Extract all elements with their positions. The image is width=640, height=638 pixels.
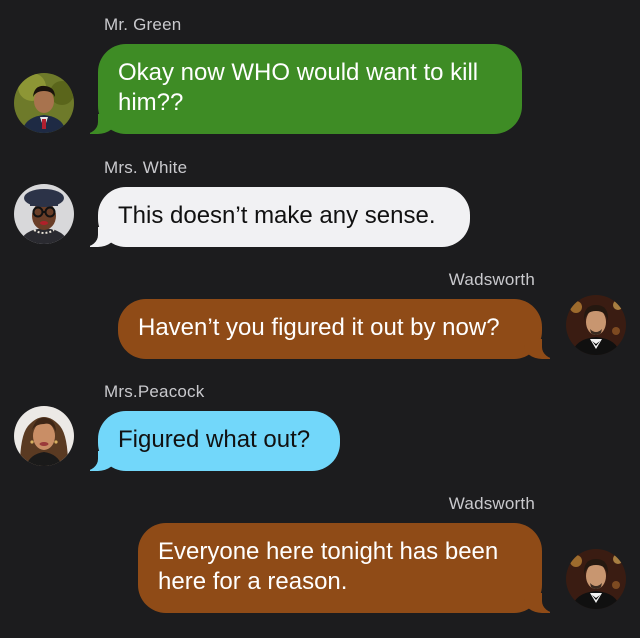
message-text-line: Okay now WHO would want to kill <box>118 59 479 86</box>
message-text-line: him?? <box>118 89 184 116</box>
message-bubble[interactable]: Figured what out? <box>84 411 340 471</box>
message-bubble[interactable]: Everyone here tonight has been here for … <box>138 523 556 613</box>
message-bubble[interactable]: Haven’t you figured it out by now? <box>118 299 556 359</box>
sender-name: Mrs. White <box>104 158 188 177</box>
message-text-line: Everyone here tonight has been <box>158 538 499 565</box>
sender-name: Wadsworth <box>448 270 535 289</box>
mrs-white-avatar[interactable] <box>14 184 74 244</box>
message-bubble[interactable]: This doesn’t make any sense. <box>84 187 470 247</box>
sender-name: Mr. Green <box>104 15 182 34</box>
wadsworth-avatar[interactable] <box>566 295 626 355</box>
sender-name: Wadsworth <box>448 494 535 513</box>
message-text-line: This doesn’t make any sense. <box>118 202 436 229</box>
wadsworth-avatar[interactable] <box>566 549 626 609</box>
mrs-peacock-avatar[interactable] <box>14 406 74 466</box>
message-text-line: here for a reason. <box>158 568 348 595</box>
message-text-line: Figured what out? <box>118 426 311 453</box>
chat-thread: Mr. Green Okay now WHO would want to kil… <box>0 0 640 638</box>
mr-green-avatar[interactable] <box>14 73 74 133</box>
message-bubble[interactable]: Okay now WHO would want to kill him?? <box>84 44 522 134</box>
sender-name: Mrs.Peacock <box>104 382 205 401</box>
message-text-line: Haven’t you figured it out by now? <box>138 314 500 341</box>
